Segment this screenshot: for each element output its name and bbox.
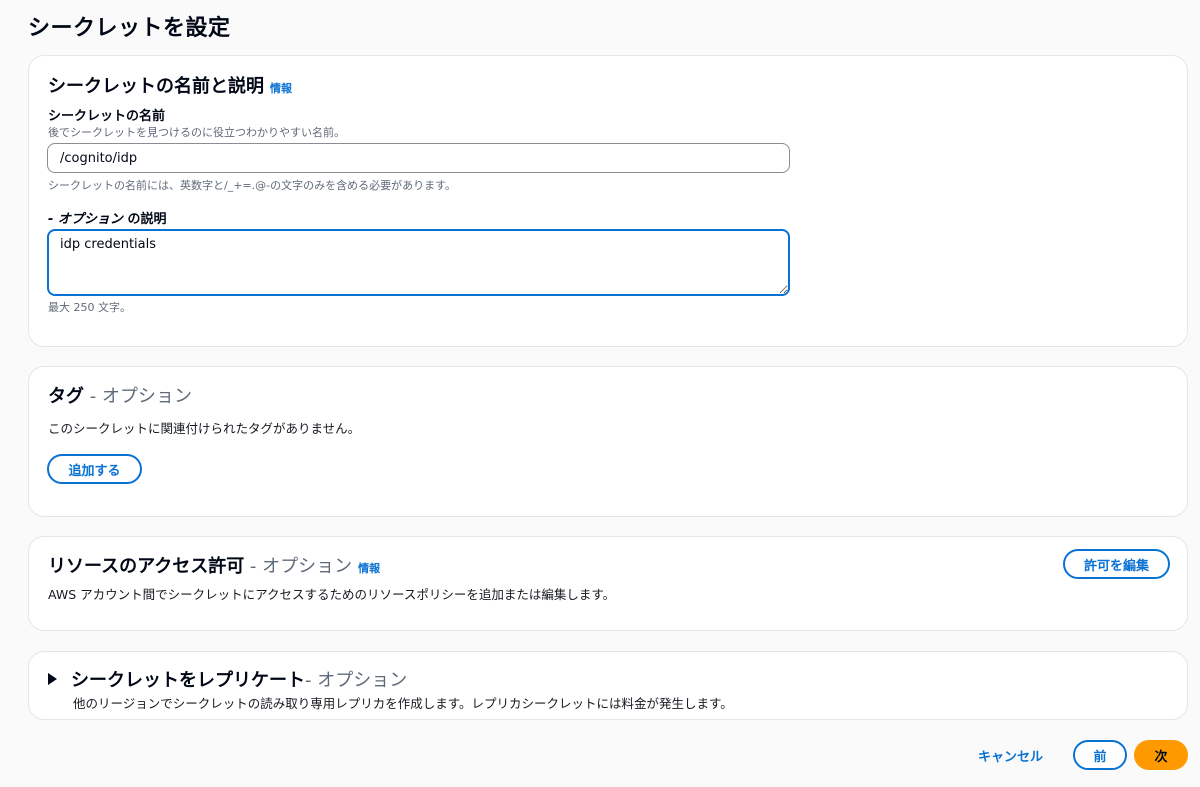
cancel-button[interactable]: キャンセル	[978, 746, 1043, 765]
next-button[interactable]: 次	[1134, 740, 1188, 770]
resource-permissions-optional-label: - オプション	[244, 556, 353, 577]
name-description-title: シークレットの名前と説明	[48, 76, 264, 97]
caret-right-icon	[48, 673, 57, 685]
info-link[interactable]: 情報	[358, 562, 380, 575]
description-constraint: 最大 250 文字。	[48, 301, 131, 314]
description-optional-label: - オプション	[48, 212, 123, 227]
replicate-description: 他のリージョンでシークレットの読み取り専用レプリカを作成します。レプリカシークレ…	[73, 696, 733, 711]
tags-header: タグ - オプション	[48, 382, 192, 408]
resource-permissions-description: AWS アカウント間でシークレットにアクセスするためのリソースポリシーを追加また…	[48, 587, 616, 602]
info-link[interactable]: 情報	[270, 82, 292, 95]
replicate-expand-header[interactable]: シークレットをレプリケート - オプション	[48, 666, 407, 692]
tags-empty-text: このシークレットに関連付けられたタグがありません。	[48, 421, 361, 436]
secret-name-constraint: シークレットの名前には、英数字と/_+=.@-の文字のみを含める必要があります。	[48, 179, 457, 192]
replicate-panel: シークレットをレプリケート - オプション 他のリージョンでシークレットの読み取…	[28, 651, 1188, 720]
name-description-header: シークレットの名前と説明 情報	[48, 72, 292, 98]
secret-name-input[interactable]	[47, 143, 790, 173]
tags-panel: タグ - オプション このシークレットに関連付けられたタグがありません。 追加す…	[28, 366, 1188, 517]
resource-permissions-panel: リソースのアクセス許可 - オプション 情報 AWS アカウント間でシークレットに…	[28, 536, 1188, 631]
name-description-panel: シークレットの名前と説明 情報 シークレットの名前 後でシークレットを見つけるのに…	[28, 55, 1188, 347]
edit-permissions-button[interactable]: 許可を編集	[1063, 549, 1170, 579]
description-textarea[interactable]: idp credentials	[47, 229, 790, 296]
add-tag-button[interactable]: 追加する	[47, 454, 142, 484]
description-label: - オプション の説明	[48, 208, 166, 227]
resource-permissions-title: リソースのアクセス許可	[48, 556, 245, 577]
page-title: シークレットを設定	[28, 16, 231, 41]
secret-name-label: シークレットの名前	[48, 109, 166, 124]
tags-optional-label: - オプション	[84, 386, 192, 407]
secret-name-hint: 後でシークレットを見つけるのに役立つわかりやすい名前。	[48, 126, 345, 139]
replicate-title: シークレットをレプリケート	[71, 670, 305, 691]
description-label-text: の説明	[122, 212, 167, 227]
tags-title: タグ	[48, 386, 84, 407]
previous-button[interactable]: 前	[1073, 740, 1127, 770]
resource-permissions-header: リソースのアクセス許可 - オプション 情報	[48, 552, 380, 578]
replicate-optional-label: - オプション	[305, 670, 408, 691]
